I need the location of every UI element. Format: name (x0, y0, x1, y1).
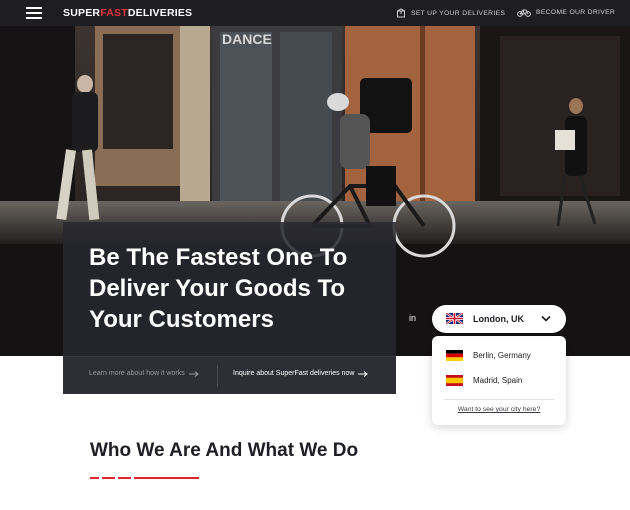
inquire-label: Inquire about SuperFast deliveries now (233, 370, 355, 377)
nav-set-up-deliveries[interactable]: SET UP YOUR DELIVERIES (396, 8, 505, 18)
arrow-right-icon (188, 370, 199, 377)
city-option-berlin[interactable]: Berlin, Germany (446, 348, 556, 362)
spain-flag-icon (446, 374, 463, 386)
nav-label: BECOME OUR DRIVER (536, 9, 616, 16)
chevron-down-icon (541, 315, 551, 322)
city-dropdown-menu: Berlin, Germany Madrid, Spain Want to se… (432, 336, 566, 425)
germany-flag-icon (446, 349, 463, 361)
title-underline (90, 477, 199, 479)
svg-text:DANCE: DANCE (222, 31, 272, 47)
city-option-label: Berlin, Germany (473, 350, 531, 360)
selected-city: London, UK (473, 314, 524, 324)
bicycle-icon (517, 9, 531, 17)
dropdown-divider (444, 399, 554, 400)
logo-text-super: SUPER (63, 7, 101, 19)
logo-text-deliveries: DELIVERIES (127, 7, 193, 19)
learn-more-link[interactable]: Learn more about how it works (89, 370, 199, 377)
nav-label: SET UP YOUR DELIVERIES (411, 9, 506, 17)
arrow-right-icon (358, 370, 369, 377)
nav-become-driver[interactable]: BECOME OUR DRIVER (517, 8, 615, 17)
footer-divider (217, 365, 218, 387)
logo-text-fast: FAST (100, 7, 128, 19)
hero-headline-card: Be The Fastest One To Deliver Your Goods… (63, 222, 396, 394)
request-city-link[interactable]: Want to see your city here? (432, 406, 566, 413)
logo[interactable]: SUPERFASTDELIVERIES (63, 7, 192, 19)
city-select-dropdown[interactable]: London, UK (432, 305, 566, 333)
uk-flag-icon (446, 313, 463, 324)
city-prefix-label: in (409, 313, 417, 323)
package-icon (397, 8, 405, 18)
top-header: SUPERFASTDELIVERIES SET UP YOUR DELIVERI… (0, 0, 630, 26)
hero-headline: Be The Fastest One To Deliver Your Goods… (89, 244, 348, 333)
city-option-madrid[interactable]: Madrid, Spain (446, 373, 556, 387)
hero-card-footer: Learn more about how it works Inquire ab… (63, 356, 396, 394)
inquire-link[interactable]: Inquire about SuperFast deliveries now (233, 370, 369, 377)
section-title: Who We Are And What We Do (90, 440, 359, 461)
hamburger-menu-icon[interactable] (26, 7, 42, 19)
city-option-label: Madrid, Spain (473, 375, 523, 385)
learn-more-label: Learn more about how it works (89, 370, 185, 377)
